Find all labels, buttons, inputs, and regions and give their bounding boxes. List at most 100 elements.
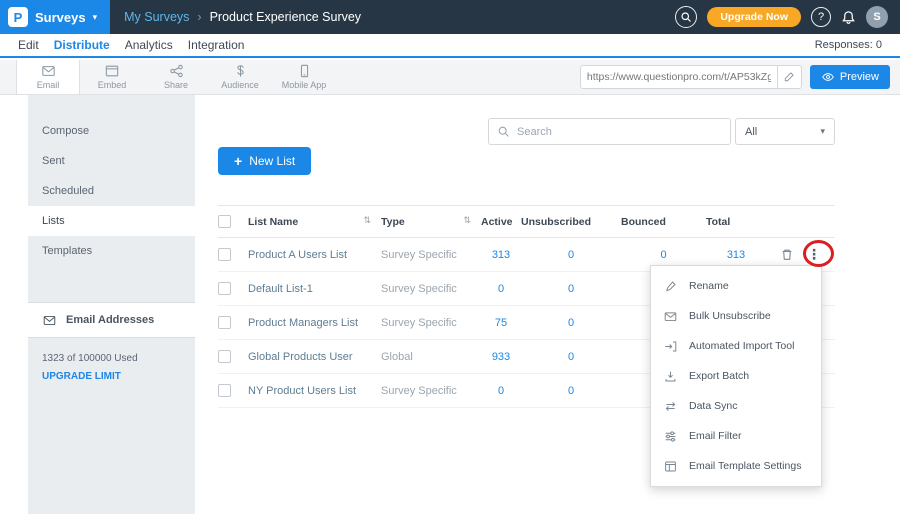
breadcrumb-separator: ›: [197, 10, 201, 24]
survey-url-input[interactable]: [581, 71, 777, 83]
questionpro-logo: P: [8, 7, 28, 27]
chevron-down-icon: ▾: [93, 12, 98, 23]
toolbar-item-share[interactable]: Share: [144, 60, 208, 94]
breadcrumb-my-surveys[interactable]: My Surveys: [124, 10, 189, 24]
menu-item-email-filter[interactable]: Email Filter: [651, 421, 821, 451]
sort-icon: ⇅: [363, 216, 381, 226]
unsubscribed-count[interactable]: 0: [521, 238, 621, 272]
breadcrumb: My Surveys › Product Experience Survey: [124, 10, 361, 24]
search-icon[interactable]: [675, 6, 697, 28]
list-name-link[interactable]: NY Product Users List: [248, 374, 381, 408]
menu-item-email-template-settings[interactable]: Email Template Settings: [651, 451, 821, 481]
envelope-icon: [42, 314, 57, 327]
tab-edit[interactable]: Edit: [18, 38, 39, 52]
row-checkbox[interactable]: [218, 384, 231, 397]
survey-url-box: [580, 65, 802, 89]
mobile-app-icon: [297, 64, 312, 78]
upgrade-now-button[interactable]: Upgrade Now: [707, 7, 801, 27]
unsubscribed-count[interactable]: 0: [521, 340, 621, 374]
lists-content: All ▾ + New List List Name ⇅ Typ: [195, 95, 900, 514]
sort-icon: ⇅: [463, 216, 481, 226]
column-header-active: Active: [481, 206, 521, 238]
topbar-actions: Upgrade Now ? S: [675, 6, 900, 28]
select-all-checkbox[interactable]: [218, 215, 231, 228]
notifications-bell-icon[interactable]: [841, 10, 856, 25]
list-type: Survey Specific: [381, 272, 481, 306]
row-checkbox[interactable]: [218, 350, 231, 363]
preview-button[interactable]: Preview: [810, 65, 890, 89]
email-template-settings-icon: [664, 460, 677, 473]
list-type: Survey Specific: [381, 238, 481, 272]
survey-url-area: Preview: [580, 60, 900, 94]
toolbar-item-audience[interactable]: Audience: [208, 60, 272, 94]
list-type: Global: [381, 340, 481, 374]
sidebar-items: Compose Sent Scheduled Lists Templates: [28, 95, 195, 266]
rename-icon: [664, 280, 677, 293]
list-name-link[interactable]: Product A Users List: [248, 238, 381, 272]
new-list-button[interactable]: + New List: [218, 147, 311, 175]
export-batch-icon: [664, 370, 677, 383]
menu-item-export-batch[interactable]: Export Batch: [651, 361, 821, 391]
sidebar-item-sent[interactable]: Sent: [28, 146, 195, 176]
list-type: Survey Specific: [381, 374, 481, 408]
sidebar-item-templates[interactable]: Templates: [28, 236, 195, 266]
toolbar-item-email[interactable]: Email: [16, 60, 80, 94]
row-checkbox[interactable]: [218, 282, 231, 295]
surveys-product-menu[interactable]: P Surveys ▾: [0, 0, 110, 34]
list-search-input[interactable]: [517, 126, 722, 138]
email-usage-text: 1323 of 100000 Used: [28, 338, 195, 364]
email-sidebar: Compose Sent Scheduled Lists Templates E…: [28, 95, 195, 514]
list-search-box: [488, 118, 731, 145]
eye-icon: [821, 71, 835, 83]
bulk-unsubscribe-icon: [664, 310, 677, 323]
row-checkbox[interactable]: [218, 248, 231, 261]
unsubscribed-count[interactable]: 0: [521, 306, 621, 340]
avatar[interactable]: S: [866, 6, 888, 28]
sidebar-item-lists[interactable]: Lists: [28, 206, 195, 236]
list-name-link[interactable]: Product Managers List: [248, 306, 381, 340]
row-checkbox[interactable]: [218, 316, 231, 329]
survey-nav-tabs: Edit Distribute Analytics Integration Re…: [0, 34, 900, 58]
unsubscribed-count[interactable]: 0: [521, 272, 621, 306]
toolbar-item-embed[interactable]: Embed: [80, 60, 144, 94]
menu-item-automated-import-tool[interactable]: Automated Import Tool: [651, 331, 821, 361]
kebab-menu-icon[interactable]: ⋮: [807, 248, 821, 262]
tab-distribute[interactable]: Distribute: [54, 38, 110, 52]
column-header-type[interactable]: Type ⇅: [381, 206, 481, 238]
responses-count: Responses: 0: [815, 39, 882, 51]
unsubscribed-count[interactable]: 0: [521, 374, 621, 408]
column-header-actions: [766, 206, 835, 238]
column-header-list-name[interactable]: List Name ⇅: [248, 206, 381, 238]
active-count[interactable]: 0: [481, 374, 521, 408]
active-count[interactable]: 933: [481, 340, 521, 374]
list-name-link[interactable]: Global Products User: [248, 340, 381, 374]
sidebar-item-scheduled[interactable]: Scheduled: [28, 176, 195, 206]
plus-icon: +: [234, 153, 242, 169]
column-header-total: Total: [706, 206, 766, 238]
active-count[interactable]: 75: [481, 306, 521, 340]
menu-item-rename[interactable]: Rename: [651, 271, 821, 301]
list-filter-dropdown[interactable]: All ▾: [735, 118, 835, 145]
email-filter-icon: [664, 430, 677, 443]
edit-url-pencil-icon[interactable]: [777, 66, 801, 88]
list-type: Survey Specific: [381, 306, 481, 340]
search-icon: [497, 125, 510, 138]
product-menu-label: Surveys: [35, 10, 86, 25]
delete-icon[interactable]: [780, 247, 794, 262]
menu-item-data-sync[interactable]: Data Sync: [651, 391, 821, 421]
tab-integration[interactable]: Integration: [188, 38, 245, 52]
help-button[interactable]: ?: [811, 7, 831, 27]
tab-analytics[interactable]: Analytics: [125, 38, 173, 52]
email-addresses-label: Email Addresses: [66, 314, 154, 326]
sidebar-item-compose[interactable]: Compose: [28, 116, 195, 146]
active-count[interactable]: 0: [481, 272, 521, 306]
embed-icon: [104, 64, 120, 78]
filter-selected-value: All: [745, 126, 757, 138]
toolbar-item-mobile-app[interactable]: Mobile App: [272, 60, 336, 94]
upgrade-limit-link[interactable]: UPGRADE LIMIT: [28, 364, 195, 382]
active-count[interactable]: 313: [481, 238, 521, 272]
app-window: P Surveys ▾ My Surveys › Product Experie…: [0, 0, 900, 514]
column-header-unsubscribed: Unsubscribed: [521, 206, 621, 238]
list-name-link[interactable]: Default List-1: [248, 272, 381, 306]
menu-item-bulk-unsubscribe[interactable]: Bulk Unsubscribe: [651, 301, 821, 331]
